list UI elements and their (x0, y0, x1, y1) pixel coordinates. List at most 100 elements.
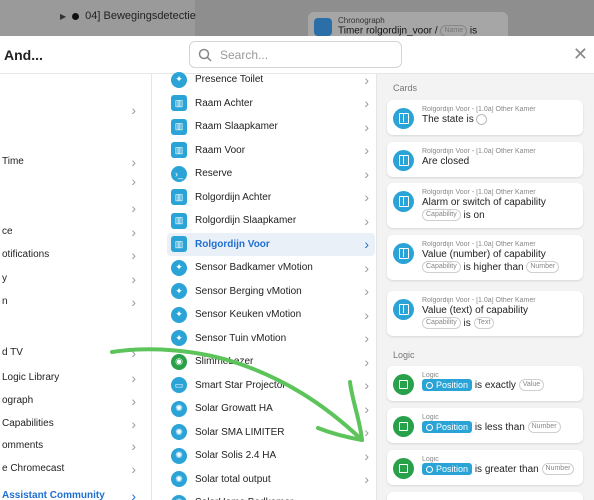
device-item-label: SlimmeLezer (195, 356, 254, 367)
category-item[interactable]: n › (0, 290, 152, 313)
projector-icon: ▭ (171, 377, 187, 393)
condition-card[interactable]: Rolgordijn Voor - [1.0a] Other Kamer Are … (387, 142, 583, 177)
argument-tag[interactable]: Number (526, 261, 560, 274)
argument-tag[interactable]: Text (473, 317, 495, 330)
category-item[interactable]: otifications › (0, 243, 152, 266)
condition-card[interactable]: Rolgordijn Voor - [1.0a] Other Kamer The … (387, 100, 583, 135)
device-item[interactable]: ▥ Rolgordijn Voor › (167, 232, 375, 256)
category-item[interactable] (0, 316, 152, 339)
category-item[interactable]: e Chromecast › (0, 457, 152, 480)
device-item-label: Raam Achter (195, 97, 253, 109)
device-item-label: Sensor Badkamer vMotion (195, 262, 313, 273)
device-item-label: Rolgordijn Slaapkamer (195, 215, 297, 226)
device-item[interactable]: ▥ Raam Achter › (167, 92, 375, 115)
condition-card[interactable]: Rolgordijn Voor - [1.0a] Other Kamer Valu… (387, 235, 583, 280)
search-box[interactable] (189, 41, 402, 68)
chevron-right-icon: › (364, 95, 369, 111)
category-item-label: n (2, 296, 8, 307)
position-token[interactable]: Position (422, 463, 473, 476)
device-item[interactable]: ✺ Solar SMA LIMITER › (167, 421, 375, 444)
category-item[interactable]: d TV › (0, 341, 152, 364)
card-source: Rolgordijn Voor - [1.0a] Other Kamer (422, 148, 536, 155)
card-source: Logic (422, 456, 439, 463)
background-card-subtitle: Chronograph (338, 16, 385, 25)
close-icon[interactable]: ✕ (573, 45, 588, 63)
category-item[interactable]: Logic Library › (0, 366, 152, 389)
card-source: Rolgordijn Voor - [1.0a] Other Kamer (422, 189, 536, 196)
device-item[interactable]: ✺ Solar Solis 2.4 HA › (167, 444, 375, 467)
category-item[interactable]: ce › (0, 220, 152, 243)
device-item-label: Solar SMA LIMITER (195, 426, 285, 438)
device-item[interactable]: ✦ Sensor Berging vMotion › (167, 280, 375, 303)
device-item[interactable]: ✦ Presence Toilet › (167, 68, 375, 91)
chevron-right-icon: › (364, 71, 369, 88)
category-item[interactable]: Capabilities › (0, 412, 152, 435)
argument-tag[interactable]: Capability (422, 317, 461, 330)
chevron-right-icon: › (364, 377, 369, 393)
chevron-right-icon: › (131, 101, 136, 118)
logic-card[interactable]: Logic Position is exactly Value (387, 366, 583, 401)
category-item[interactable] (0, 74, 152, 97)
device-item[interactable]: ✺ Solar total output › (167, 468, 375, 491)
walk-icon: ✦ (171, 283, 187, 299)
category-item[interactable]: ograph › (0, 389, 152, 412)
dialog-title: And... (4, 47, 43, 63)
walk-icon: ✦ (171, 259, 187, 276)
argument-tag[interactable]: Number (541, 463, 575, 476)
chevron-right-icon: › (364, 496, 369, 500)
device-item-label: Sensor Tuin vMotion (195, 332, 287, 344)
device-item[interactable]: ✦ Sensor Keuken vMotion › (167, 303, 375, 326)
category-item[interactable]: Assistant Community › (0, 484, 152, 500)
argument-tag[interactable]: Value (518, 379, 545, 392)
argument-tag[interactable]: Number (527, 421, 561, 434)
search-icon (198, 48, 212, 62)
argument-tag[interactable]: Capability (422, 261, 461, 274)
device-item[interactable]: ▥ Rolgordijn Achter › (167, 186, 375, 209)
logic-card[interactable] (387, 492, 583, 500)
category-item[interactable]: › (0, 196, 152, 219)
blind-icon (393, 150, 414, 171)
device-item[interactable]: ◉ SlimmeLezer › (167, 350, 375, 373)
category-item[interactable]: y › (0, 267, 152, 290)
blind-icon (393, 108, 414, 129)
category-item-label: Time (2, 156, 24, 167)
state-placeholder-icon[interactable] (476, 113, 488, 125)
device-item[interactable]: ▥ Rolgordijn Slaapkamer › (167, 209, 375, 232)
card-source: Rolgordijn Voor - [1.0a] Other Kamer (422, 241, 536, 248)
category-item[interactable]: omments › (0, 434, 152, 457)
chevron-right-icon: › (131, 392, 136, 409)
condition-card[interactable]: Rolgordijn Voor - [1.0a] Other Kamer Valu… (387, 291, 583, 336)
device-item-label: Reserve (195, 168, 233, 179)
card-text: Position is greater than Number (422, 463, 577, 476)
blind-icon (393, 191, 414, 212)
device-item[interactable]: ✺SolarHome Badkamer› (167, 491, 375, 500)
device-item[interactable]: ✺ Solar Growatt HA › (167, 397, 375, 420)
logic-card[interactable]: Logic Position is greater than Number (387, 450, 583, 485)
device-item[interactable]: ✦ Sensor Badkamer vMotion › (167, 256, 375, 279)
background-tree-node: ▶ 04] Bewegingsdetectie (60, 10, 196, 22)
device-item[interactable]: ▥ Raam Voor › (167, 139, 375, 162)
logic-card[interactable]: Logic Position is less than Number (387, 408, 583, 443)
blind-icon: ▥ (171, 189, 187, 205)
device-column: ✦ Presence Toilet › ▥ Raam Achter › ▥ Raam Slaa… (153, 71, 377, 500)
meter-icon: ◉ (171, 353, 187, 370)
condition-card[interactable]: Rolgordijn Voor - [1.0a] Other Kamer Alar… (387, 183, 583, 228)
cards-column: Cards Logic Rolgordijn Voor - [1.0a] Oth… (377, 74, 594, 500)
bullet-icon (72, 12, 80, 20)
argument-tag[interactable]: Capability (422, 209, 461, 222)
card-text: Position is exactly Value (422, 379, 577, 392)
category-item[interactable]: › (0, 169, 152, 192)
device-item[interactable]: ›_ Reserve › (167, 162, 375, 185)
search-input[interactable] (220, 47, 390, 62)
position-token[interactable]: Position (422, 379, 473, 392)
chevron-right-icon: › (131, 344, 136, 361)
position-token[interactable]: Position (422, 421, 473, 434)
device-item[interactable]: ▭ Smart Star Projector › (167, 374, 375, 397)
device-item[interactable]: ▥ Raam Slaapkamer › (167, 115, 375, 138)
device-item[interactable]: ✦ Sensor Tuin vMotion › (167, 327, 375, 350)
card-text: The state is (422, 113, 577, 126)
sun-icon: ✺ (171, 447, 187, 464)
chevron-right-icon: › (364, 424, 369, 440)
category-item[interactable]: › (0, 98, 152, 121)
card-text: Alarm or switch of capability Capability … (422, 197, 546, 222)
